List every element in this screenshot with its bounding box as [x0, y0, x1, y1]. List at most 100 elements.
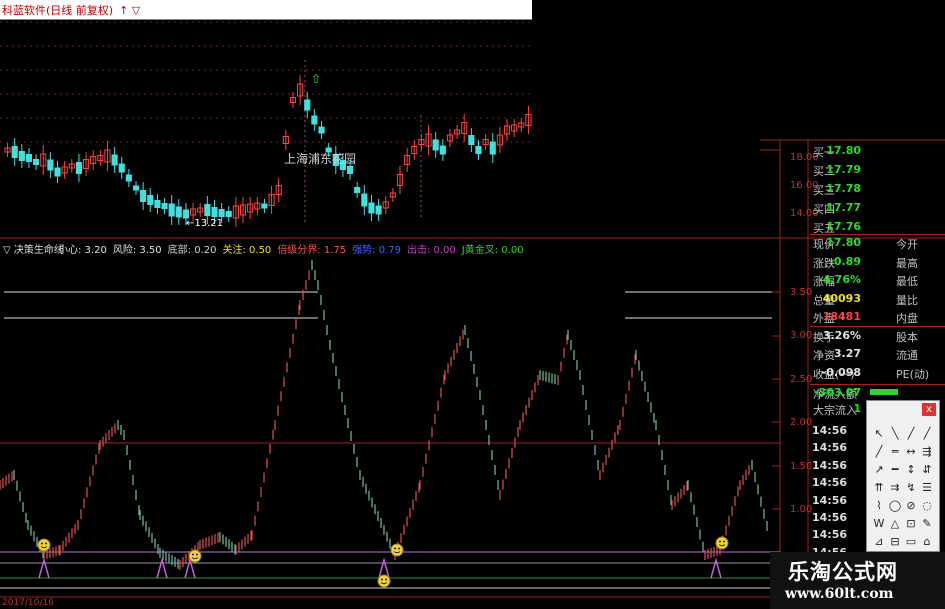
draw-tool-icon[interactable]: ↖: [871, 425, 887, 443]
smiley-eye: [385, 578, 387, 581]
candle-body: [468, 135, 475, 145]
draw-tool-icon[interactable]: ⇉: [887, 479, 903, 497]
quote-value: 3.27: [833, 347, 861, 360]
quote-value: -0.098: [821, 365, 861, 379]
candle-body: [47, 159, 54, 171]
candle-body: [11, 146, 18, 158]
candle-body: [154, 200, 161, 208]
watermark-title: 乐淘公式网: [788, 560, 898, 584]
candle-body: [489, 141, 496, 155]
quote-value: -4.76%: [818, 273, 861, 286]
tick-time: 14:56: [812, 441, 848, 455]
draw-tool-icon[interactable]: ⌇: [871, 497, 887, 515]
indicator-y-tick: 3.00: [790, 330, 813, 341]
watermark: 乐淘公式网 www.60lt.com: [770, 552, 945, 609]
draw-tool-icon[interactable]: ↗: [871, 461, 887, 479]
draw-tool-icon[interactable]: ⊟: [887, 533, 903, 551]
up-arrow-icon: ⇧: [311, 72, 321, 86]
indicator-y-tick: 3.50: [790, 287, 813, 298]
draw-tool-icon[interactable]: ╱: [871, 443, 887, 461]
candle-body: [140, 190, 147, 202]
bid-row: 买二 17.79: [810, 163, 945, 181]
indicator-y-tick: 2.00: [790, 417, 813, 428]
candle-body: [432, 139, 439, 151]
quote-extra: 今开: [896, 238, 918, 251]
quote-value: 17.79: [826, 163, 861, 176]
quote-separator: [810, 384, 945, 385]
quote-label: 净资: [813, 349, 835, 362]
draw-tool-icon[interactable]: ◯: [887, 497, 903, 515]
quote-value: 3.26%: [822, 328, 861, 342]
candle-body: [311, 115, 318, 125]
candle-body: [218, 209, 225, 217]
indicator-name[interactable]: ▽ 决策生命线: [3, 241, 64, 256]
indicator-legend-item: 底部: 0.20: [167, 245, 217, 256]
candle-body: [175, 206, 182, 218]
draw-tool-icon[interactable]: ╱: [919, 425, 935, 443]
indicator-legend-item: 风险: 3.50: [112, 245, 162, 256]
draw-tool-icon[interactable]: △: [887, 515, 903, 533]
indicator-y-tick: 1.00: [790, 504, 813, 515]
draw-tool-icon[interactable]: ⇵: [919, 461, 935, 479]
smiley-icon: [715, 536, 729, 550]
quote-value: 1: [853, 402, 861, 415]
draw-tool-icon[interactable]: ═: [887, 443, 903, 461]
low-price-label: ←13.21: [186, 218, 224, 229]
quote-value: 17.77: [826, 201, 861, 214]
indicator-legend-item: 小心: 3.20: [58, 245, 107, 256]
indicator-legend: 小心: 3.20 风险: 3.50 底部: 0.20 关注: 0.50 倍级分界: 1.…: [58, 241, 530, 256]
quote-value: 17.80: [826, 236, 861, 249]
watermark-url: www.60lt.com: [785, 586, 894, 602]
candle-body: [111, 154, 118, 166]
tick-time: 14:56: [812, 476, 848, 490]
draw-tool-icon[interactable]: ⊡: [903, 515, 919, 533]
draw-tool-icon[interactable]: ✎: [919, 515, 935, 533]
tick-time: 14:56: [812, 511, 848, 524]
indicator-y-tick: 2.50: [790, 374, 813, 385]
candle-body: [161, 203, 168, 209]
indicator-y-tick: 1.50: [790, 461, 813, 472]
draw-tool-icon[interactable]: ⊿: [871, 533, 887, 551]
smiley-eye: [41, 542, 43, 545]
indicator-legend-item: J黄金叉: 0.00: [461, 245, 524, 256]
draw-tool-icon[interactable]: ━: [887, 461, 903, 479]
candle-body: [475, 146, 482, 154]
stat-row: 现价 17.80 今开: [810, 236, 945, 254]
candle-body: [18, 151, 25, 161]
quote-extra: PE(动): [896, 367, 930, 381]
draw-tool-icon[interactable]: ↕: [903, 461, 919, 479]
candle-body: [168, 203, 175, 217]
draw-tool-icon[interactable]: ⌂: [919, 533, 935, 551]
candle-body: [75, 162, 82, 174]
draw-tool-icon[interactable]: ↔: [903, 443, 919, 461]
bid-row: 买三 17.78: [810, 182, 945, 200]
quote-value: 17.76: [826, 220, 861, 233]
draw-tool-icon[interactable]: ↯: [903, 479, 919, 497]
stock-chart[interactable]: ⇧: [0, 0, 945, 609]
candle-body: [182, 209, 190, 219]
close-icon[interactable]: x: [922, 403, 936, 416]
draw-tool-icon[interactable]: ⇶: [919, 443, 935, 461]
draw-tool-icon[interactable]: ⊘: [903, 497, 919, 515]
quote-separator: [810, 326, 945, 327]
smiley-eye: [723, 540, 725, 543]
draw-tool-icon[interactable]: ╲: [887, 425, 903, 443]
bid-row: 买一 17.80: [810, 144, 945, 162]
quote-extra: 量比: [896, 293, 918, 307]
candle-body: [118, 163, 125, 173]
draw-tool-icon[interactable]: ◌: [919, 497, 935, 515]
quote-extra: 流通: [896, 349, 918, 362]
draw-tool-icon[interactable]: ▭: [903, 533, 919, 551]
draw-tool-icon[interactable]: ⇈: [871, 479, 887, 497]
draw-tool-icon[interactable]: W: [871, 515, 887, 533]
quote-value: 40093: [822, 291, 861, 305]
stat-row: 涨幅 -4.76% 最低: [810, 273, 945, 291]
candle-body: [147, 195, 154, 205]
candle-body: [125, 174, 132, 182]
smiley-eye: [381, 578, 383, 581]
quote-label: 大宗流入: [813, 404, 857, 417]
draw-tool-icon[interactable]: ╱: [903, 425, 919, 443]
smiley-icon: [188, 549, 202, 563]
quote-extra: 股本: [896, 330, 918, 344]
draw-tool-icon[interactable]: ☰: [919, 479, 935, 497]
